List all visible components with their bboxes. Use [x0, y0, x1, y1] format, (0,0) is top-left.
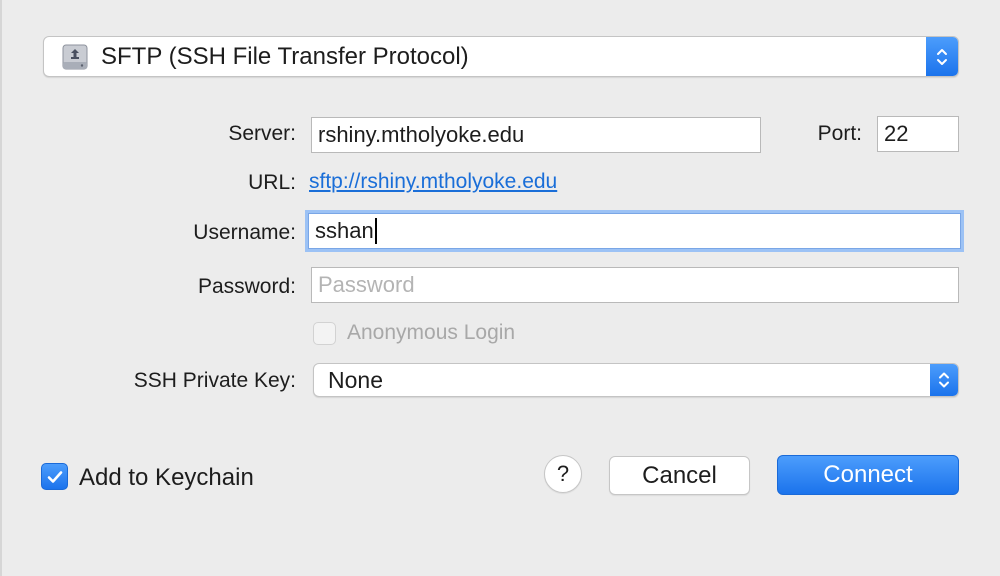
url-link[interactable]: sftp://rshiny.mtholyoke.edu — [309, 170, 557, 194]
cancel-button[interactable]: Cancel — [609, 456, 750, 495]
chevron-updown-icon — [926, 37, 958, 76]
url-label: URL: — [248, 171, 296, 194]
anonymous-login-checkbox[interactable] — [313, 322, 336, 345]
username-value: sshan — [315, 218, 374, 243]
help-button[interactable]: ? — [544, 455, 582, 493]
text-caret — [374, 218, 377, 244]
password-label: Password: — [197, 275, 296, 298]
password-input[interactable]: Password — [311, 267, 959, 303]
ssh-key-popup[interactable]: None — [313, 363, 959, 397]
port-label: Port: — [817, 122, 862, 145]
server-label: Server: — [228, 122, 296, 145]
username-label: Username: — [193, 221, 296, 244]
chevron-updown-icon — [930, 364, 958, 396]
network-drive-icon — [61, 42, 89, 77]
username-input[interactable]: sshan — [308, 213, 961, 249]
anonymous-login-label: Anonymous Login — [347, 321, 516, 344]
connect-button[interactable]: Connect — [777, 455, 959, 495]
server-value: rshiny.mtholyoke.edu — [318, 122, 525, 147]
cancel-label: Cancel — [642, 461, 717, 489]
checkmark-icon — [47, 470, 62, 483]
add-to-keychain-checkbox[interactable] — [41, 463, 68, 490]
protocol-popup[interactable]: SFTP (SSH File Transfer Protocol) — [43, 36, 959, 77]
window-edge — [0, 0, 2, 576]
port-value: 22 — [884, 121, 909, 146]
ssh-key-label: SSH Private Key: — [133, 369, 296, 392]
protocol-value: SFTP (SSH File Transfer Protocol) — [101, 42, 469, 70]
question-mark-icon: ? — [556, 461, 570, 486]
ssh-key-value: None — [328, 366, 383, 393]
add-to-keychain-label: Add to Keychain — [79, 464, 254, 491]
server-input[interactable]: rshiny.mtholyoke.edu — [311, 117, 761, 153]
port-input[interactable]: 22 — [877, 116, 959, 152]
password-placeholder: Password — [318, 272, 415, 297]
connect-label: Connect — [823, 461, 913, 488]
